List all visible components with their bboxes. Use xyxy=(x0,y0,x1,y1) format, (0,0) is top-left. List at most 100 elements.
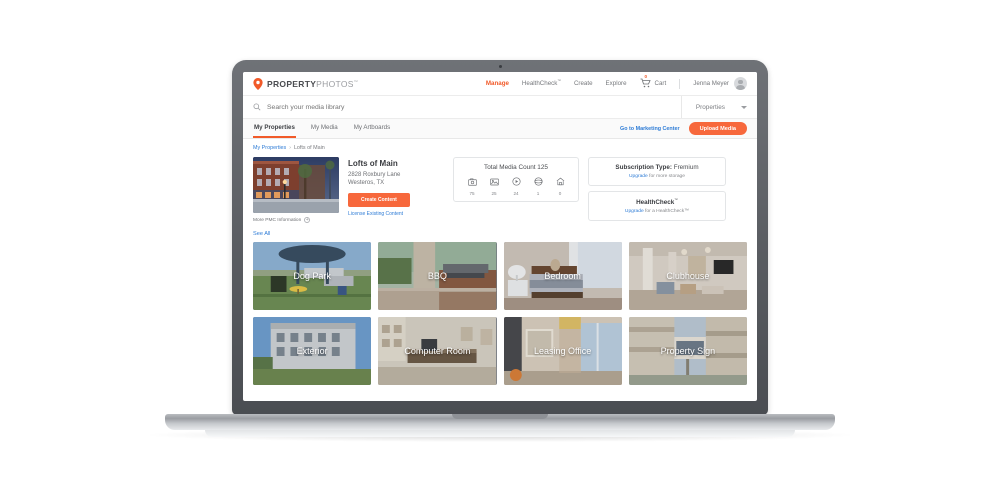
healthcheck-title: HealthCheck xyxy=(636,199,675,207)
media-counter-images[interactable]: 25 xyxy=(489,178,499,196)
media-counter-floorplans-value: 0 xyxy=(558,191,562,196)
license-existing-content-link[interactable]: License Existing Content xyxy=(348,211,444,217)
gallery-tile-caption: BBQ xyxy=(427,271,447,281)
subscription-column: Subscription Type: Fremium Upgrade for m… xyxy=(588,157,726,222)
media-counter-videos[interactable]: 24 xyxy=(511,177,521,196)
gallery-tile-leasing-office[interactable]: Leasing Office xyxy=(503,317,622,385)
gallery-tile-caption: Leasing Office xyxy=(533,346,592,356)
panorama-360-icon xyxy=(533,177,543,188)
page-title: Lofts of Main xyxy=(348,159,398,168)
media-counter-360-value: 1 xyxy=(536,191,540,196)
subscription-upgrade-suffix: for more storage xyxy=(647,174,685,179)
upload-media-button[interactable]: Upload Media xyxy=(688,122,747,135)
subscription-upgrade-link[interactable]: Upgrade xyxy=(629,174,648,179)
create-content-button[interactable]: Create Content xyxy=(348,193,410,208)
gallery-tile-bedroom[interactable]: Bedroom xyxy=(503,242,622,310)
healthcheck-card: HealthCheck™ Upgrade for a HealthCheck™ xyxy=(588,191,726,222)
nav-item-create[interactable]: Create xyxy=(574,80,593,87)
media-type-counters: 75 25 24 1 0 xyxy=(459,177,573,196)
media-counter-photos[interactable]: 75 xyxy=(467,178,477,196)
search-scope-dropdown[interactable]: Properties xyxy=(680,96,747,118)
gallery-tile-caption: Clubhouse xyxy=(666,271,710,281)
logo-secondary: PHOTOS xyxy=(316,78,354,89)
search-input[interactable] xyxy=(267,103,675,111)
media-counter-floorplans[interactable]: 0 xyxy=(556,177,565,196)
logo-text: PROPERTYPHOTOS™ xyxy=(267,79,358,89)
subscription-type-row: Subscription Type: Fremium xyxy=(594,164,720,171)
media-counter-images-value: 25 xyxy=(491,191,497,196)
gallery-tile-caption: Bedroom xyxy=(544,271,581,281)
gallery-tile-caption: Computer Room xyxy=(404,346,471,356)
tab-my-media[interactable]: My Media xyxy=(310,119,339,138)
app-logo[interactable]: PROPERTYPHOTOS™ xyxy=(253,77,358,90)
plus-circle-icon: + xyxy=(304,216,311,223)
media-counter-360[interactable]: 1 xyxy=(533,177,543,196)
property-address-line2: Westeros, TX xyxy=(348,180,385,187)
gallery-tile-computer-room[interactable]: Computer Room xyxy=(378,317,497,385)
healthcheck-upgrade-suffix: for a HealthCheck™ xyxy=(643,209,690,215)
cart-control[interactable]: 0 Cart xyxy=(640,74,667,90)
logo-trademark: ™ xyxy=(353,78,359,84)
screenshot-stage: PROPERTYPHOTOS™ Manage HealthCheck™ Crea… xyxy=(0,0,1000,500)
property-thumbnail[interactable] xyxy=(253,157,339,213)
gallery-tile-bbq[interactable]: BBQ xyxy=(378,242,497,310)
marketing-center-link[interactable]: Go to Marketing Center xyxy=(620,126,680,132)
total-media-count-title: Total Media Count 125 xyxy=(484,164,548,171)
photo-camera-icon xyxy=(467,178,477,188)
nav-item-manage[interactable]: Manage xyxy=(486,80,509,87)
laptop-lid: PROPERTYPHOTOS™ Manage HealthCheck™ Crea… xyxy=(232,60,768,415)
healthcheck-upgrade-link[interactable]: Upgrade xyxy=(625,209,644,214)
pmc-info[interactable]: More PMC Information + xyxy=(253,217,339,223)
gallery-tile-caption: Property Sign xyxy=(660,346,716,356)
breadcrumb-separator: › xyxy=(289,145,291,151)
video-play-icon xyxy=(511,177,521,188)
search-bar: Properties xyxy=(243,96,757,119)
image-gallery-icon xyxy=(489,178,499,188)
tab-list: My Properties My Media My Artboards xyxy=(253,119,391,138)
subscription-label: Subscription Type: xyxy=(615,164,672,171)
top-bar: PROPERTYPHOTOS™ Manage HealthCheck™ Crea… xyxy=(243,72,757,96)
nav-item-cart[interactable]: Cart xyxy=(655,80,667,87)
see-all-link[interactable]: See All xyxy=(253,231,270,237)
gallery-tile-property-sign[interactable]: Property Sign xyxy=(628,317,747,385)
tab-my-properties[interactable]: My Properties xyxy=(253,119,296,138)
laptop-base xyxy=(165,414,835,430)
search-scope-label: Properties xyxy=(695,103,725,111)
breadcrumb: My Properties › Lofts of Main xyxy=(253,145,747,151)
nav-item-explore[interactable]: Explore xyxy=(606,80,627,87)
laptop-camera-icon xyxy=(498,65,502,68)
breadcrumb-current: Lofts of Main xyxy=(293,145,325,151)
user-name[interactable]: Jenna Meyer xyxy=(693,80,729,87)
property-overview: More PMC Information + Lofts of Main 282… xyxy=(253,157,747,223)
cart-badge: 0 xyxy=(644,73,648,79)
total-media-count-card: Total Media Count 125 75 25 24 1 0 xyxy=(453,157,579,202)
property-thumbnail-column: More PMC Information + xyxy=(253,157,339,223)
nav-divider xyxy=(679,78,681,89)
logo-primary: PROPERTY xyxy=(267,78,317,89)
gallery-tile-exterior[interactable]: Exterior xyxy=(253,317,372,385)
laptop-screen: PROPERTYPHOTOS™ Manage HealthCheck™ Crea… xyxy=(243,72,757,401)
search-icon xyxy=(253,103,261,111)
gallery-tile-clubhouse[interactable]: Clubhouse xyxy=(628,242,747,310)
gallery-tile-dog-park[interactable]: Dog Park xyxy=(253,242,372,310)
tab-my-artboards[interactable]: My Artboards xyxy=(353,119,391,138)
map-pin-icon xyxy=(253,77,263,90)
pmc-info-label: More PMC Information xyxy=(253,217,302,223)
avatar[interactable] xyxy=(734,77,747,90)
laptop-foot xyxy=(205,430,795,437)
gallery-tile-caption: Exterior xyxy=(296,346,328,356)
healthcheck-title-row: HealthCheck™ xyxy=(594,198,720,206)
media-gallery: Dog Park BBQ Bedroom Clubhouse Exterior … xyxy=(253,242,747,385)
subscription-upgrade-row: Upgrade for more storage xyxy=(594,174,720,179)
property-details: Lofts of Main 2828 Roxbury Lane Westeros… xyxy=(348,157,444,217)
main-content: My Properties › Lofts of Main More PMC I… xyxy=(243,139,757,385)
nav-item-healthcheck[interactable]: HealthCheck™ xyxy=(522,79,561,87)
media-counter-photos-value: 75 xyxy=(469,191,475,196)
breadcrumb-root[interactable]: My Properties xyxy=(253,145,286,151)
subscription-type-value: Fremium xyxy=(673,164,699,171)
property-address-line1: 2828 Roxbury Lane xyxy=(348,172,401,178)
chevron-down-icon xyxy=(741,105,747,109)
tab-actions: Go to Marketing Center Upload Media xyxy=(620,122,747,135)
tabs-bar: My Properties My Media My Artboards Go t… xyxy=(243,119,757,139)
user-menu[interactable]: Jenna Meyer xyxy=(693,77,747,90)
